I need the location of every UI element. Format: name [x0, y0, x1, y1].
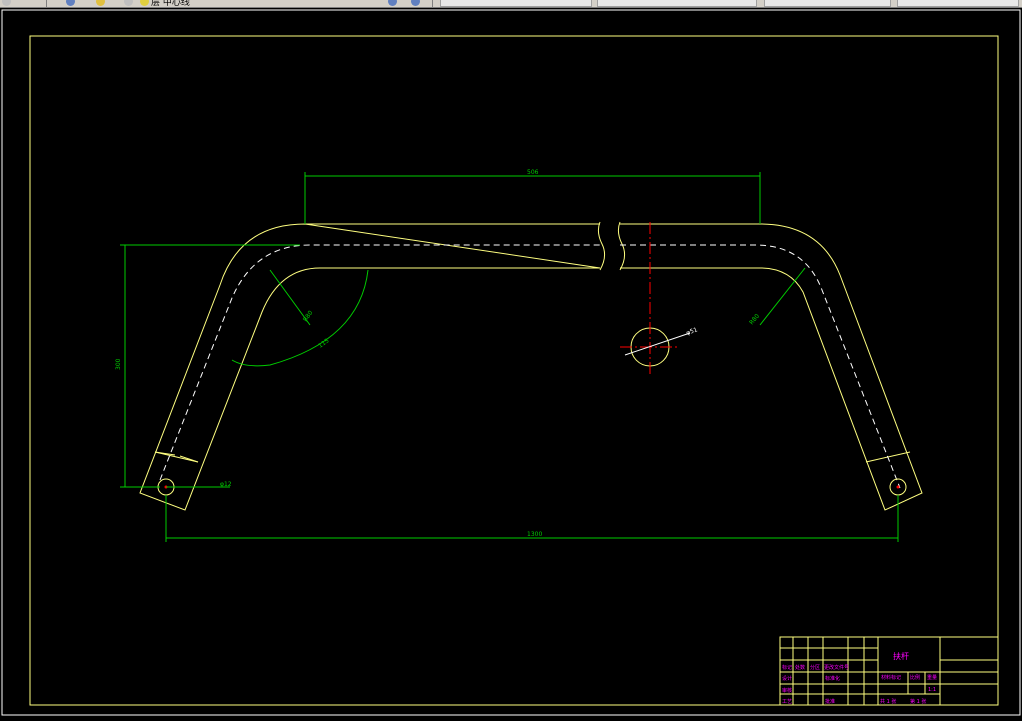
tb-sheet-number: 第 1 张	[910, 698, 926, 705]
part-name: 扶杆	[893, 651, 909, 661]
tb-weight-label: 重量	[927, 674, 937, 681]
dim-angle: 115	[317, 337, 331, 349]
tb-process: 工艺	[782, 699, 792, 705]
tb-reviewer: 审核	[782, 687, 792, 694]
toolbar: 层 中心线	[0, 0, 1022, 8]
dim-bend-radius-left: R80	[302, 309, 315, 323]
tb-row-zone: 分区	[810, 664, 820, 671]
tb-designer: 设计	[782, 675, 792, 682]
lineweight-dropdown[interactable]	[764, 0, 891, 7]
dim-overall-width: 1300	[527, 531, 542, 538]
dim-top-width: 506	[527, 169, 539, 176]
tb-material: 材料标记	[881, 674, 901, 681]
outer-border	[1, 9, 1021, 716]
drawing-frame	[29, 35, 999, 706]
pipe-centerline	[159, 244, 901, 489]
layer-prev-icon[interactable]	[388, 0, 397, 6]
dim-pipe-dia: φ51	[685, 326, 698, 337]
cad-drawing: 506 1300 300 R80 115 R80 φ12 φ51 扶杆 材料标记…	[1, 9, 1021, 716]
dimensions	[120, 172, 899, 542]
freeze-icon[interactable]	[96, 0, 105, 6]
title-block	[779, 636, 999, 706]
tb-ratio: 1:1	[928, 687, 936, 693]
color-dropdown[interactable]	[440, 0, 592, 7]
tb-standard: 标准化	[825, 675, 840, 682]
color-icon[interactable]	[140, 0, 149, 6]
app-icon[interactable]	[2, 0, 11, 6]
toolbar-separator	[46, 0, 47, 7]
linetype-dropdown[interactable]	[597, 0, 757, 7]
tb-row-mark: 标记	[782, 664, 792, 671]
toolbar-separator	[432, 0, 433, 7]
dim-hole-dia: φ12	[220, 481, 232, 488]
tb-row-count: 处数	[795, 664, 805, 671]
dim-bend-radius-right: R80	[748, 313, 761, 327]
tb-approve: 批准	[825, 698, 835, 705]
drawing-canvas[interactable]: 506 1300 300 R80 115 R80 φ12 φ51 扶杆 材料标记…	[0, 8, 1022, 717]
layer-dropdown[interactable]: 层 中心线	[151, 0, 190, 7]
lock-icon[interactable]	[124, 0, 133, 6]
right-hole-center	[896, 485, 900, 489]
tb-sheet-total: 共 1 张	[880, 698, 896, 705]
layer-manager-icon[interactable]	[411, 0, 420, 6]
tb-row-change: 更改文件号	[824, 664, 849, 671]
plotstyle-dropdown[interactable]	[897, 0, 1019, 7]
dim-height: 300	[115, 358, 122, 370]
tb-scale-label: 比例	[910, 674, 920, 681]
layer-state-icon[interactable]	[66, 0, 75, 6]
